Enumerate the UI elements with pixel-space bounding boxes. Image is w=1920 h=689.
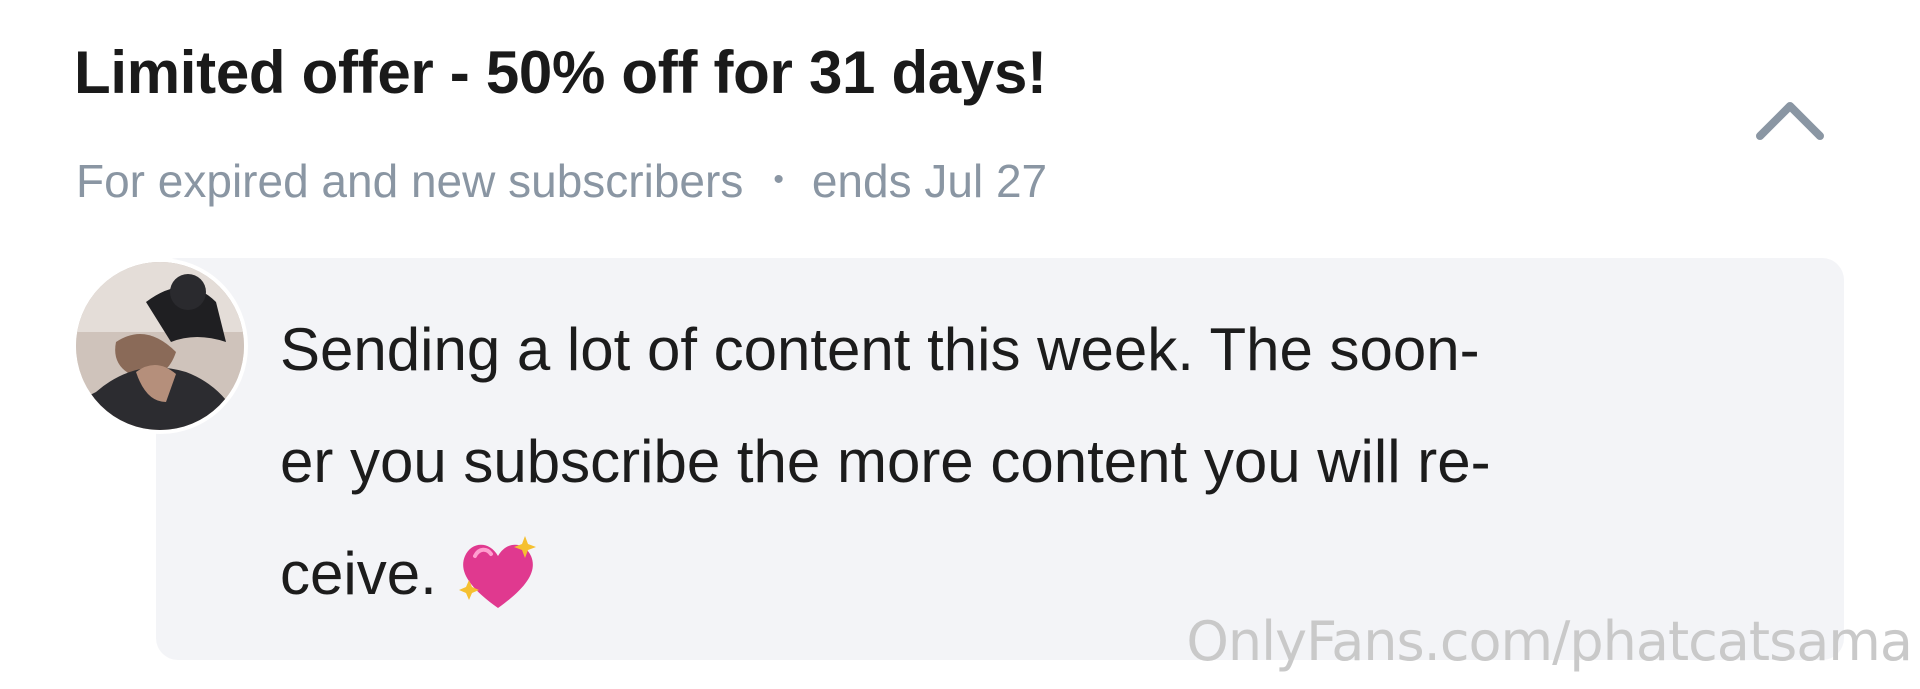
message-line: er you subscribe the more content you wi… — [280, 428, 1491, 495]
promo-offer-panel: Limited offer - 50% off for 31 days! For… — [0, 0, 1920, 689]
chevron-up-icon — [1756, 102, 1824, 140]
watermark: OnlyFans.com/phatcatsama — [1186, 610, 1913, 673]
offer-title: Limited offer - 50% off for 31 days! — [74, 39, 1047, 106]
offer-end-date: ends Jul 27 — [811, 155, 1048, 207]
collapse-button[interactable] — [1752, 92, 1828, 148]
offer-audience: For expired and new subscribers — [76, 155, 744, 207]
message-line: Sending a lot of content this week. The … — [280, 316, 1480, 383]
avatar-image — [76, 262, 244, 430]
meta-separator: • — [773, 163, 784, 196]
avatar[interactable] — [72, 258, 248, 434]
offer-meta: For expired and new subscribers • ends Jul… — [76, 154, 1047, 208]
sparkling-heart-icon — [455, 530, 541, 616]
message-text: Sending a lot of content this week. The … — [280, 294, 1840, 630]
message-line-text: ceive. — [280, 540, 437, 607]
